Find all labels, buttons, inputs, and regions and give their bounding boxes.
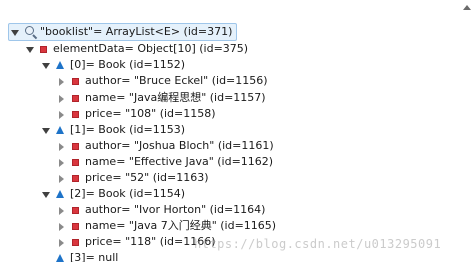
expand-toggle[interactable] [56,141,66,151]
private-field-icon [72,110,79,118]
scroll-up-arrow[interactable] [460,0,474,16]
watermark-text: https://blog.csdn.net/u013295091 [194,237,442,251]
item-label: [3]= null [70,251,119,262]
expand-toggle[interactable] [56,173,66,183]
expand-toggle[interactable] [56,157,66,167]
expand-toggle[interactable] [40,60,50,70]
expand-toggle[interactable] [9,27,19,37]
private-field-icon [72,94,79,102]
expand-toggle[interactable] [56,237,66,247]
private-field-icon [72,158,79,166]
array-element-icon [56,190,64,198]
private-field-icon [72,238,79,246]
variables-tree[interactable]: "booklist"= ArrayList<E> (id=371) elemen… [0,0,474,262]
expand-toggle[interactable] [40,189,50,199]
expand-toggle[interactable] [56,93,66,103]
private-field-icon [72,77,79,85]
field-label: author= "Bruce Eckel" (id=1156) [85,74,268,87]
tree-row-booklist[interactable]: "booklist"= ArrayList<E> (id=371) [8,23,238,41]
expand-toggle [40,253,50,262]
expand-toggle[interactable] [40,125,50,135]
booklist-label: "booklist"= ArrayList<E> (id=371) [40,25,233,38]
search-icon [25,26,38,40]
private-field-icon [72,174,79,182]
expand-toggle[interactable] [56,109,66,119]
private-field-icon [72,206,79,214]
tree-row-item-3[interactable]: [3]= null [40,249,122,262]
expand-toggle[interactable] [56,221,66,231]
tree-row-field[interactable]: author= "Bruce Eckel" (id=1156) [56,72,272,90]
array-element-icon [56,61,64,69]
expand-toggle[interactable] [24,44,34,54]
array-element-icon [56,126,64,134]
private-field-icon [40,45,47,53]
private-field-icon [72,142,79,150]
expand-toggle[interactable] [56,76,66,86]
array-element-icon [56,254,64,262]
expand-toggle[interactable] [56,205,66,215]
private-field-icon [72,222,79,230]
